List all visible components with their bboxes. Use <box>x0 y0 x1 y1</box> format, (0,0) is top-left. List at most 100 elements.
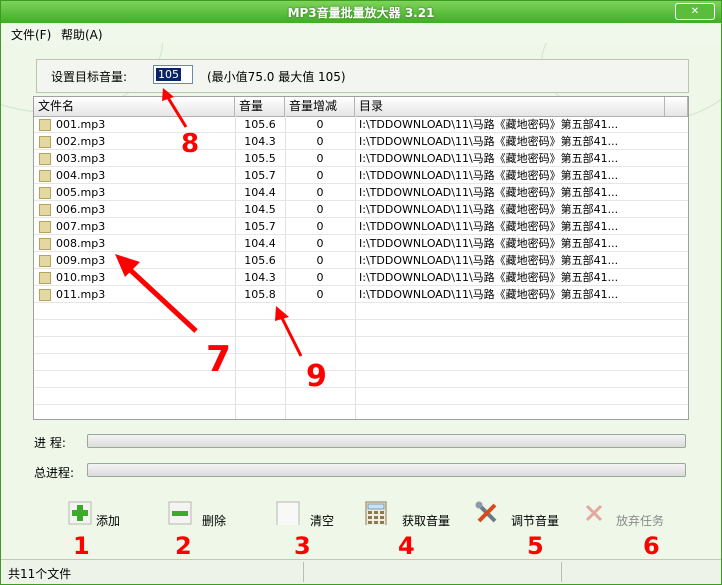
table-cell-volume: 105.7 <box>244 169 276 182</box>
status-file-count: 共11个文件 <box>8 567 72 581</box>
menu-file[interactable]: 文件(F) <box>11 26 51 43</box>
table-cell-volume: 105.7 <box>244 220 276 233</box>
total-progress-bar <box>87 463 686 477</box>
table-cell-name: 009.mp3 <box>56 254 106 267</box>
empty-row <box>34 337 688 354</box>
audio-file-icon <box>39 289 51 301</box>
annotation-7: 7 <box>206 339 232 380</box>
table-cell-name: 006.mp3 <box>56 203 106 216</box>
table-row[interactable]: 010.mp3 104.3 0 I:\TDDOWNLOAD\11\马路《藏地密码》第五… <box>34 269 688 286</box>
table-cell-dir: I:\TDDOWNLOAD\11\马路《藏地密码》第五部41... <box>359 152 619 165</box>
abandon-task-button[interactable]: 放弃任务 <box>582 497 682 539</box>
calculator-icon <box>365 501 387 525</box>
audio-file-icon <box>39 272 51 284</box>
table-cell-delta: 0 <box>316 271 324 284</box>
empty-row <box>34 303 688 320</box>
table-row[interactable]: 003.mp3 105.5 0 I:\TDDOWNLOAD\11\马路《藏地密码》第五… <box>34 150 688 167</box>
target-volume-label: 设置目标音量: <box>51 70 128 84</box>
table-row[interactable]: 008.mp3 104.4 0 I:\TDDOWNLOAD\11\马路《藏地密码》第五… <box>34 235 688 252</box>
empty-row <box>34 371 688 388</box>
audio-file-icon <box>39 170 51 182</box>
audio-file-icon <box>39 119 51 131</box>
table-cell-volume: 104.5 <box>244 203 276 216</box>
title-bar: MP3音量批量放大器 3.21 ✕ <box>1 1 721 23</box>
empty-row <box>34 354 688 371</box>
empty-row <box>34 388 688 405</box>
table-cell-dir: I:\TDDOWNLOAD\11\马路《藏地密码》第五部41... <box>359 220 619 233</box>
table-cell-delta: 0 <box>316 186 324 199</box>
menu-help[interactable]: 帮助(A) <box>61 26 103 43</box>
target-volume-range-hint: (最小值75.0 最大值 105) <box>207 70 346 84</box>
annotation-9: 9 <box>306 359 327 394</box>
table-cell-name: 001.mp3 <box>56 118 106 131</box>
tools-icon <box>475 501 497 523</box>
table-cell-volume: 105.6 <box>244 118 276 131</box>
target-volume-value: 105 <box>156 68 181 81</box>
plus-icon <box>68 501 92 525</box>
file-list-header: 文件名 音量 音量增减 目录 <box>34 97 688 117</box>
table-cell-volume: 104.3 <box>244 271 276 284</box>
table-row[interactable]: 011.mp3 105.8 0 I:\TDDOWNLOAD\11\马路《藏地密码》第五… <box>34 286 688 303</box>
table-cell-delta: 0 <box>316 135 324 148</box>
clear-button[interactable]: 清空 <box>276 497 346 539</box>
table-cell-volume: 104.4 <box>244 186 276 199</box>
table-row[interactable]: 004.mp3 105.7 0 I:\TDDOWNLOAD\11\马路《藏地密码》第五… <box>34 167 688 184</box>
annotation-2: 2 <box>175 532 192 560</box>
adjust-volume-button[interactable]: 调节音量 <box>475 497 575 539</box>
annotation-1: 1 <box>73 532 90 560</box>
table-cell-name: 011.mp3 <box>56 288 106 301</box>
table-row[interactable]: 005.mp3 104.4 0 I:\TDDOWNLOAD\11\马路《藏地密码》第五… <box>34 184 688 201</box>
annotation-8: 8 <box>181 129 200 159</box>
status-bar: 共11个文件 <box>1 559 721 584</box>
table-cell-dir: I:\TDDOWNLOAD\11\马路《藏地密码》第五部41... <box>359 288 619 301</box>
table-row[interactable]: 007.mp3 105.7 0 I:\TDDOWNLOAD\11\马路《藏地密码》第五… <box>34 218 688 235</box>
table-cell-dir: I:\TDDOWNLOAD\11\马路《藏地密码》第五部41... <box>359 254 619 267</box>
table-cell-delta: 0 <box>316 220 324 233</box>
table-cell-volume: 104.4 <box>244 237 276 250</box>
audio-file-icon <box>39 187 51 199</box>
annotation-6: 6 <box>643 532 660 560</box>
audio-file-icon <box>39 221 51 233</box>
table-cell-delta: 0 <box>316 169 324 182</box>
table-row[interactable]: 002.mp3 104.3 0 I:\TDDOWNLOAD\11\马路《藏地密码》第五… <box>34 133 688 150</box>
delete-button-label: 删除 <box>202 514 227 528</box>
status-divider <box>561 562 562 582</box>
blank-page-icon <box>276 501 300 525</box>
close-button[interactable]: ✕ <box>675 3 715 20</box>
adjust-volume-button-label: 调节音量 <box>511 514 560 528</box>
column-header-directory[interactable]: 目录 <box>355 97 665 116</box>
minus-icon <box>168 501 192 525</box>
progress-bar <box>87 434 686 448</box>
table-row[interactable]: 001.mp3 105.6 0 I:\TDDOWNLOAD\11\马路《藏地密码》第五… <box>34 116 688 133</box>
table-cell-delta: 0 <box>316 237 324 250</box>
abandon-task-button-label: 放弃任务 <box>616 514 665 528</box>
column-header-volume[interactable]: 音量 <box>235 97 285 116</box>
target-volume-input[interactable]: 105 <box>153 65 193 84</box>
app-window: MP3音量批量放大器 3.21 ✕ 文件(F) 帮助(A) 设置目标音量: 10… <box>0 0 722 585</box>
audio-file-icon <box>39 153 51 165</box>
table-cell-dir: I:\TDDOWNLOAD\11\马路《藏地密码》第五部41... <box>359 203 619 216</box>
add-button-label: 添加 <box>96 514 121 528</box>
table-cell-delta: 0 <box>316 152 324 165</box>
table-cell-volume: 105.8 <box>244 288 276 301</box>
table-cell-volume: 105.6 <box>244 254 276 267</box>
table-cell-name: 004.mp3 <box>56 169 106 182</box>
table-row[interactable]: 006.mp3 104.5 0 I:\TDDOWNLOAD\11\马路《藏地密码》第五… <box>34 201 688 218</box>
table-row[interactable]: 009.mp3 105.6 0 I:\TDDOWNLOAD\11\马路《藏地密码》第五… <box>34 252 688 269</box>
get-volume-button-label: 获取音量 <box>402 514 451 528</box>
column-header-filename[interactable]: 文件名 <box>34 97 235 116</box>
table-cell-name: 005.mp3 <box>56 186 106 199</box>
table-cell-dir: I:\TDDOWNLOAD\11\马路《藏地密码》第五部41... <box>359 186 619 199</box>
file-list[interactable]: 文件名 音量 音量增减 目录 001.mp3 105.6 0 I:\TDDOWNLOA… <box>33 96 689 420</box>
table-cell-delta: 0 <box>316 288 324 301</box>
table-cell-name: 003.mp3 <box>56 152 106 165</box>
audio-file-icon <box>39 238 51 250</box>
audio-file-icon <box>39 255 51 267</box>
total-progress-label: 总进程: <box>34 466 75 480</box>
table-cell-dir: I:\TDDOWNLOAD\11\马路《藏地密码》第五部41... <box>359 118 619 131</box>
column-header-extra <box>665 97 688 116</box>
audio-file-icon <box>39 136 51 148</box>
column-header-volume-delta[interactable]: 音量增减 <box>285 97 355 116</box>
table-cell-name: 008.mp3 <box>56 237 106 250</box>
table-cell-dir: I:\TDDOWNLOAD\11\马路《藏地密码》第五部41... <box>359 237 619 250</box>
